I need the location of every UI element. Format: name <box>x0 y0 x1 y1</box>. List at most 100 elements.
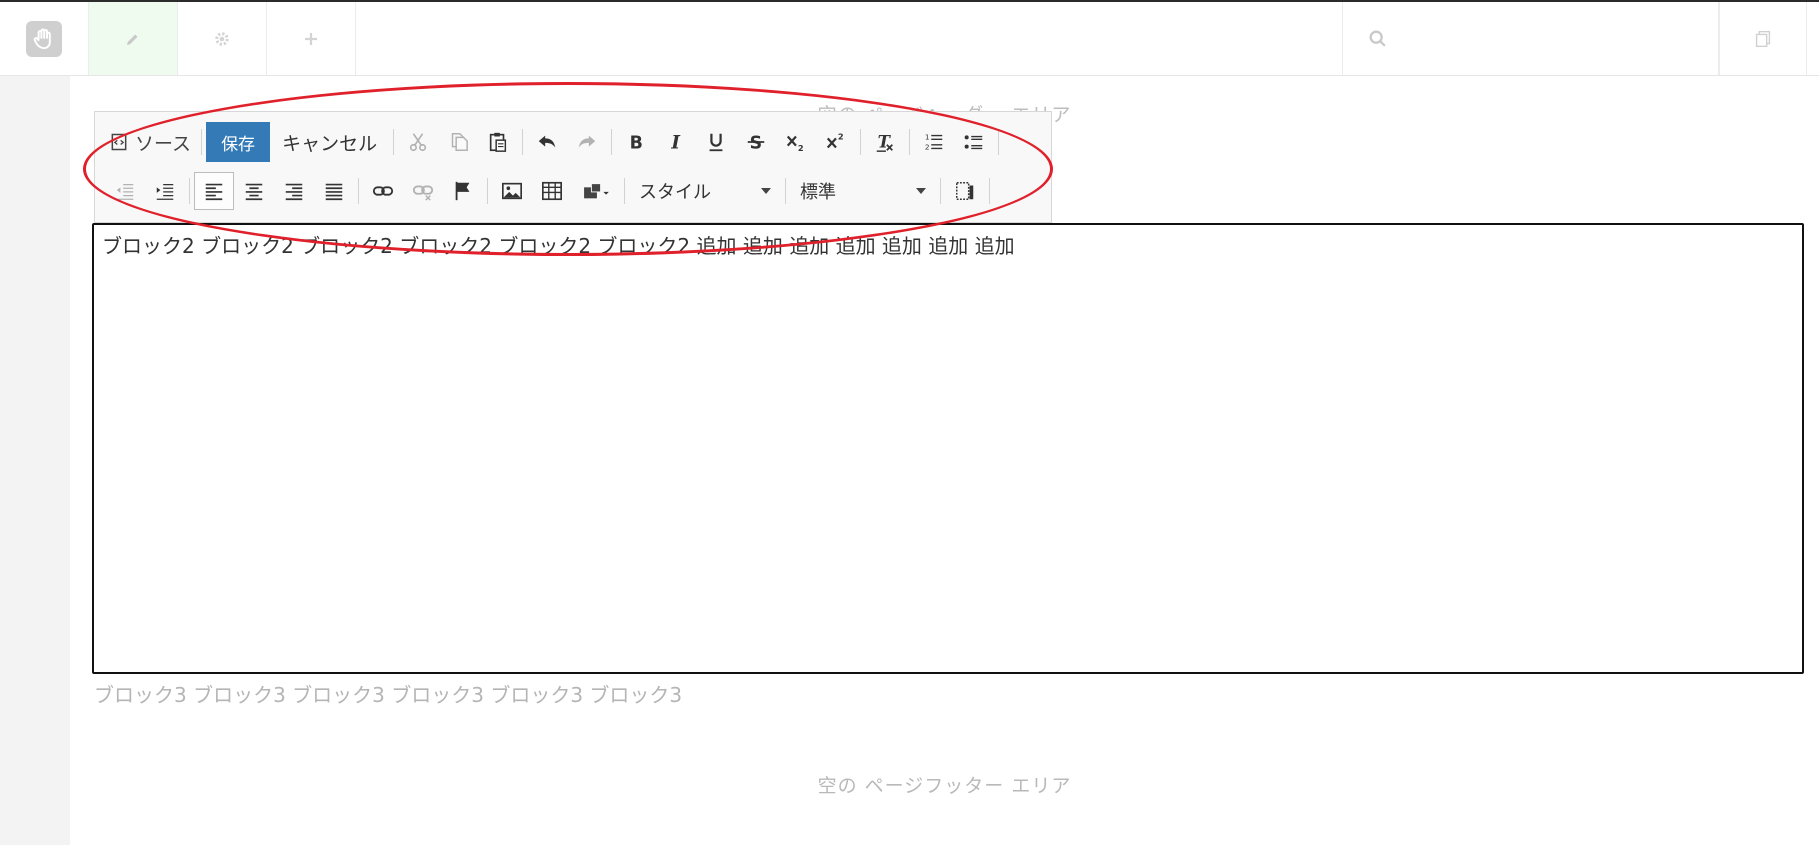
underline-button[interactable] <box>696 123 736 161</box>
svg-text:I: I <box>670 132 681 153</box>
style-dropdown-label: スタイル <box>639 182 711 203</box>
copy-button[interactable] <box>438 123 478 161</box>
plus-icon <box>305 32 317 45</box>
align-center-icon <box>245 183 263 201</box>
separator <box>358 178 359 204</box>
copy-icon <box>451 133 468 151</box>
justify-button[interactable] <box>314 172 354 210</box>
pages-button[interactable] <box>1719 2 1807 75</box>
separator <box>940 178 941 204</box>
table-button[interactable] <box>532 172 572 210</box>
source-label: ソース <box>135 132 192 155</box>
strikethrough-icon: S <box>747 133 765 153</box>
subscript-button[interactable]: 2 <box>776 123 816 161</box>
source-button[interactable]: ソース <box>105 123 197 161</box>
separator <box>909 129 911 155</box>
separator <box>487 178 488 204</box>
separator <box>189 178 190 204</box>
pages-icon <box>1755 30 1771 47</box>
logo-button[interactable] <box>0 2 89 75</box>
table-icon <box>542 181 562 201</box>
separator <box>860 129 862 155</box>
link-icon <box>372 186 394 196</box>
save-button[interactable]: 保存 <box>206 122 271 162</box>
separator <box>624 178 625 204</box>
show-blocks-icon <box>956 182 974 200</box>
show-blocks-button[interactable] <box>945 172 985 210</box>
bulleted-list-button[interactable] <box>954 123 994 161</box>
svg-text:1: 1 <box>925 132 930 141</box>
align-right-button[interactable] <box>274 172 314 210</box>
align-center-button[interactable] <box>234 172 274 210</box>
redo-icon <box>578 135 596 148</box>
image-icon <box>502 182 522 200</box>
settings-button[interactable] <box>178 2 267 75</box>
paste-button[interactable] <box>478 123 518 161</box>
undo-button[interactable] <box>527 123 567 161</box>
undo-icon <box>538 135 556 148</box>
svg-text:S: S <box>750 133 763 153</box>
left-rail <box>0 76 70 845</box>
gear-icon <box>215 31 229 46</box>
numbered-list-icon: 12 <box>925 132 943 151</box>
italic-button[interactable]: I <box>656 123 696 161</box>
format-dropdown[interactable]: 標準 <box>790 172 936 210</box>
strikethrough-button[interactable]: S <box>736 123 776 161</box>
clipboard-icon <box>489 132 507 152</box>
scissors-icon <box>409 133 427 152</box>
toolbar-row-1: ソース 保存 キャンセル B I S 2 2 T 1 2 <box>105 122 1003 162</box>
redo-button[interactable] <box>567 123 607 161</box>
image-button[interactable] <box>492 172 532 210</box>
snippet-icon <box>584 183 609 199</box>
justify-icon <box>325 183 343 201</box>
style-dropdown[interactable]: スタイル <box>629 172 781 210</box>
chevron-down-icon <box>761 188 771 194</box>
cut-button[interactable] <box>398 123 438 161</box>
separator <box>393 129 395 155</box>
numbered-list-button[interactable]: 12 <box>914 123 954 161</box>
underline-icon <box>709 133 723 152</box>
indent-button[interactable] <box>145 172 185 210</box>
source-icon <box>111 133 127 151</box>
remove-format-button[interactable]: T <box>865 123 905 161</box>
remove-format-icon: T <box>876 133 893 152</box>
unlink-button[interactable] <box>403 172 443 210</box>
indent-icon <box>156 183 174 200</box>
cancel-button[interactable]: キャンセル <box>270 123 389 161</box>
bold-button[interactable]: B <box>616 123 656 161</box>
editor-content-area[interactable]: ブロック2 ブロック2 ブロック2 ブロック2 ブロック2 ブロック2 追加 追… <box>92 223 1804 674</box>
outdent-icon <box>116 183 134 200</box>
svg-text:2: 2 <box>838 131 844 141</box>
link-button[interactable] <box>363 172 403 210</box>
separator <box>201 129 203 155</box>
editor-text[interactable]: ブロック2 ブロック2 ブロック2 ブロック2 ブロック2 ブロック2 追加 追… <box>102 230 1015 259</box>
separator <box>989 178 990 204</box>
toolbar-row-2: スタイル 標準 <box>105 171 994 211</box>
separator <box>785 178 786 204</box>
edit-mode-button[interactable] <box>89 2 178 75</box>
svg-text:2: 2 <box>925 142 930 151</box>
superscript-button[interactable]: 2 <box>816 123 856 161</box>
unlink-icon <box>412 185 434 201</box>
hand-logo-icon <box>26 20 62 57</box>
svg-text:2: 2 <box>798 143 804 153</box>
format-dropdown-label: 標準 <box>800 182 836 203</box>
align-left-icon <box>205 183 223 201</box>
pencil-icon <box>127 34 138 45</box>
bold-icon: B <box>630 133 643 153</box>
chevron-down-icon <box>916 188 926 194</box>
separator <box>611 129 613 155</box>
flag-icon <box>455 181 470 201</box>
add-content-button[interactable] <box>267 2 356 75</box>
italic-icon: I <box>670 132 681 153</box>
separator <box>522 129 524 155</box>
outdent-button[interactable] <box>105 172 145 210</box>
search-button[interactable] <box>1342 2 1719 75</box>
snippet-dropdown-button[interactable] <box>572 172 620 210</box>
page-footer-area: 空の ページフッター エリア <box>817 775 1072 797</box>
align-left-button[interactable] <box>194 172 234 210</box>
align-right-icon <box>285 183 303 201</box>
block3-text: ブロック3 ブロック3 ブロック3 ブロック3 ブロック3 ブロック3 <box>94 683 683 707</box>
cms-toolbar <box>0 2 1819 76</box>
anchor-button[interactable] <box>443 172 483 210</box>
